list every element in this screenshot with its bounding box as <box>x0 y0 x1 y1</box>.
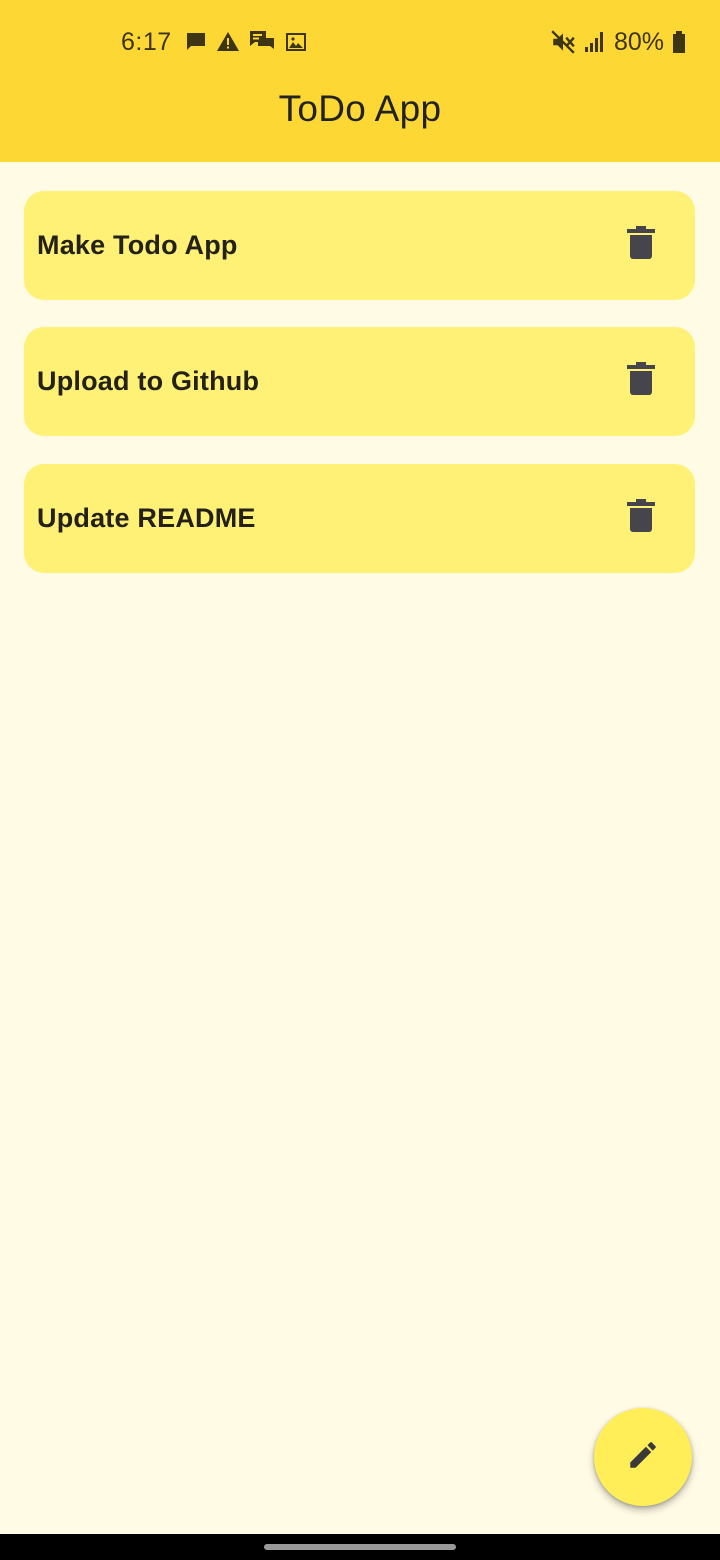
mute-icon <box>550 29 576 55</box>
page-title: ToDo App <box>278 88 442 129</box>
messages-icon <box>248 29 276 55</box>
image-icon <box>284 30 308 54</box>
battery-percent: 80% <box>613 27 664 56</box>
signal-icon <box>584 30 606 54</box>
delete-button[interactable] <box>614 354 668 408</box>
todo-item[interactable]: Make Todo App <box>24 191 695 300</box>
todo-item[interactable]: Update README <box>24 464 695 573</box>
edit-fab-button[interactable] <box>594 1408 692 1506</box>
delete-icon <box>627 498 655 538</box>
todo-text: Upload to Github <box>37 366 260 396</box>
battery-icon <box>672 30 686 54</box>
delete-button[interactable] <box>614 218 668 272</box>
warning-icon <box>216 30 240 54</box>
delete-icon <box>627 225 655 265</box>
chat-bubble-icon <box>184 30 208 54</box>
status-bar: 6:17 80% <box>0 0 720 84</box>
delete-button[interactable] <box>614 491 668 545</box>
edit-icon <box>626 1438 660 1477</box>
status-left: 6:17 <box>121 26 308 58</box>
system-nav-bar <box>0 1534 720 1560</box>
app-bar: 6:17 80% ToDo App <box>0 0 720 162</box>
todo-text: Update README <box>37 503 256 533</box>
status-time: 6:17 <box>121 27 172 56</box>
status-right: 80% <box>550 26 686 58</box>
todo-list: Make Todo App Upload to Github Update RE… <box>0 162 720 1534</box>
todo-item[interactable]: Upload to Github <box>24 327 695 436</box>
todo-text: Make Todo App <box>37 230 238 260</box>
home-handle[interactable] <box>264 1544 456 1550</box>
delete-icon <box>627 361 655 401</box>
